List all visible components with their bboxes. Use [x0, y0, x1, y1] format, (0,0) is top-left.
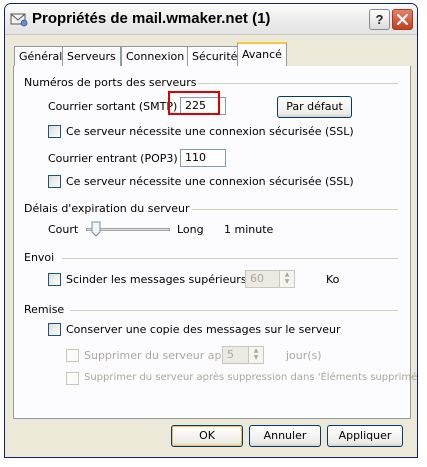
close-icon: [396, 13, 409, 26]
mail-account-icon: [10, 13, 28, 27]
help-button[interactable]: ?: [369, 9, 390, 30]
timeout-slider-thumb[interactable]: [91, 221, 101, 237]
pop3-label: Courrier entrant (POP3) :: [48, 152, 185, 165]
smtp-label: Courrier sortant (SMTP) :: [48, 100, 185, 113]
title-bar[interactable]: Propriétés de mail.wmaker.net (1) ?: [5, 4, 417, 35]
smtp-port-highlight: [168, 91, 220, 115]
properties-dialog: Propriétés de mail.wmaker.net (1) ? Géné…: [4, 3, 418, 458]
send-group-title: Envoi: [24, 251, 55, 264]
split-messages-checkbox[interactable]: [48, 273, 61, 286]
remove-deleted-checkbox[interactable]: [66, 372, 79, 385]
send-group-line: [62, 258, 398, 259]
smtp-ssl-checkbox[interactable]: [48, 125, 61, 138]
window-title: Propriétés de mail.wmaker.net (1): [32, 10, 271, 27]
split-messages-label: Scinder les messages supérieurs à: [66, 273, 257, 286]
split-size-spinner[interactable]: ▲ ▼: [279, 270, 295, 288]
keep-copy-label: Conserver une copie des messages sur le …: [66, 323, 341, 336]
pop3-ssl-checkbox[interactable]: [48, 175, 61, 188]
default-ports-button[interactable]: Par défaut: [277, 96, 352, 118]
delivery-group-line: [70, 310, 398, 311]
tab-advanced[interactable]: Avancé: [237, 42, 287, 67]
keep-copy-checkbox[interactable]: [48, 323, 61, 336]
timeout-group-title: Délais d'expiration du serveur: [24, 202, 190, 215]
tab-panel: Numéros de ports des serveurs Courrier s…: [13, 66, 417, 419]
tab-security[interactable]: Sécurité: [187, 46, 243, 66]
remove-after-checkbox[interactable]: [66, 349, 79, 362]
remove-deleted-label: Supprimer du serveur après suppression d…: [84, 372, 418, 383]
timeout-long-label: Long: [177, 223, 204, 236]
ports-group-line: [198, 83, 398, 84]
delivery-group-title: Remise: [24, 303, 65, 316]
timeout-group-line: [192, 209, 398, 210]
days-unit: jour(s): [286, 349, 322, 362]
ports-group-title: Numéros de ports des serveurs: [24, 76, 197, 89]
pop3-ssl-label: Ce serveur nécessite une connexion sécur…: [66, 175, 354, 188]
tab-connection[interactable]: Connexion: [121, 46, 190, 66]
cancel-button[interactable]: Annuler: [249, 425, 321, 447]
remove-after-label: Supprimer du serveur après: [84, 349, 239, 362]
ok-button[interactable]: OK: [171, 425, 243, 447]
apply-button[interactable]: Appliquer: [327, 425, 403, 447]
pop3-port-input[interactable]: 110: [180, 149, 226, 167]
timeout-value: 1 minute: [224, 223, 274, 236]
tab-servers[interactable]: Serveurs: [62, 46, 121, 66]
remove-after-spinner[interactable]: ▲ ▼: [248, 346, 264, 364]
timeout-short-label: Court: [48, 223, 79, 236]
split-size-unit: Ko: [326, 273, 340, 286]
smtp-ssl-label: Ce serveur nécessite une connexion sécur…: [66, 125, 354, 138]
close-button[interactable]: [392, 9, 413, 30]
tab-general[interactable]: Général: [14, 46, 68, 66]
